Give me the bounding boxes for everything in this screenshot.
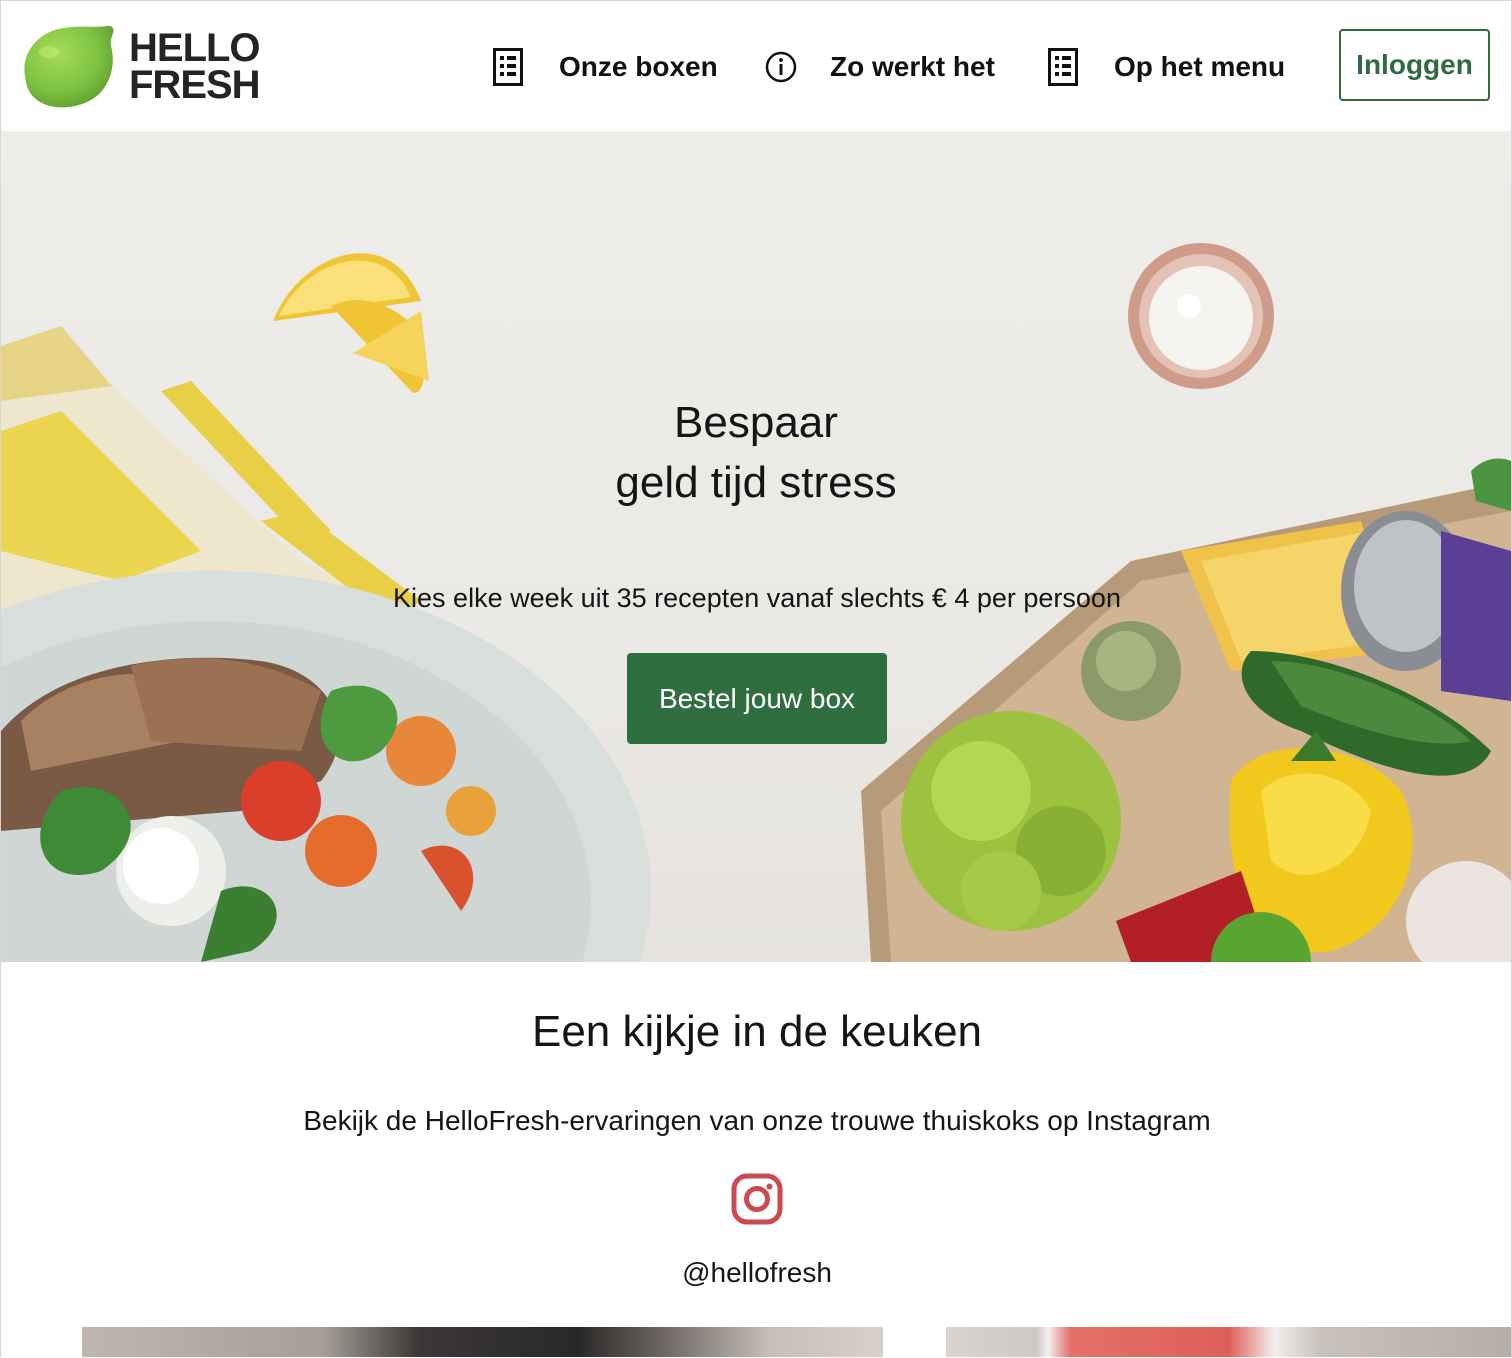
instagram-post-thumbnail[interactable] — [946, 1327, 1511, 1357]
menu-list-icon — [492, 47, 524, 87]
salad-plate-illustration — [1, 571, 651, 962]
info-icon — [765, 47, 797, 87]
ingredient-box-illustration — [861, 458, 1511, 962]
login-button[interactable]: Inloggen — [1339, 29, 1490, 101]
lemon-slices-illustration — [273, 253, 429, 393]
instagram-section-text: Bekijk de HelloFresh-ervaringen van onze… — [303, 1105, 1211, 1136]
hero-title: Bespaar geld tijd stress — [456, 393, 1056, 513]
order-box-button[interactable]: Bestel jouw box — [627, 653, 887, 744]
nav-label-onze-boxen: Onze boxen — [559, 51, 718, 82]
site-header: HELLO FRESH Onze boxen Zo werkt het Op h… — [1, 1, 1511, 131]
hellofresh-logo[interactable]: HELLO FRESH — [19, 24, 281, 110]
logo-word-hello: HELLO — [129, 26, 261, 70]
hero-title-line-1: Bespaar — [674, 398, 838, 447]
instagram-post-thumbnail[interactable] — [82, 1327, 883, 1357]
logo-wordmark: HELLO FRESH — [129, 26, 261, 107]
menu-list-icon — [1047, 47, 1079, 87]
nav-label-op-het-menu: Op het menu — [1114, 51, 1286, 82]
lime-logo-icon — [24, 25, 114, 108]
nav-label-zo-werkt-het: Zo werkt het — [830, 51, 995, 82]
hero-food-image — [1, 243, 1511, 962]
hero-title-line-2: geld tijd stress — [615, 458, 897, 507]
instagram-handle-link[interactable]: @hellofresh — [557, 1257, 957, 1289]
nav-onze-boxen[interactable]: Onze boxen — [492, 43, 718, 91]
nav-zo-werkt-het[interactable]: Zo werkt het — [765, 43, 995, 91]
page-frame: HELLO FRESH Onze boxen Zo werkt het Op h… — [0, 0, 1512, 1357]
nav-op-het-menu[interactable]: Op het menu — [1047, 43, 1285, 91]
hero-subtitle: Kies elke week uit 35 recepten vanaf sle… — [393, 583, 1121, 613]
salt-bowl-illustration — [1128, 243, 1274, 389]
instagram-icon[interactable] — [731, 1173, 783, 1225]
hero-banner: Bespaar geld tijd stress Kies elke week … — [1, 131, 1511, 962]
instagram-section-title: Een kijkje in de keuken — [531, 1007, 983, 1056]
logo-word-fresh: FRESH — [129, 63, 261, 107]
